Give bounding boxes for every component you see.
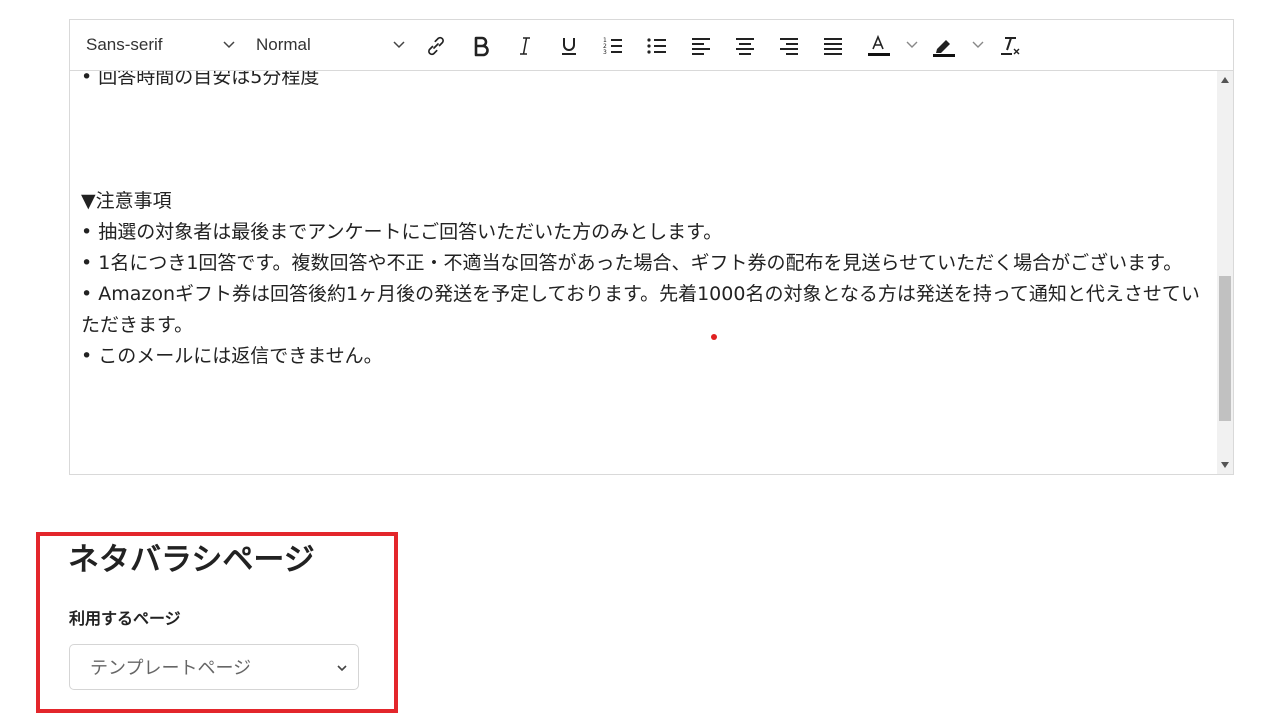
content-line: • 回答時間の目安は5分程度 bbox=[81, 71, 320, 88]
align-justify-button[interactable] bbox=[819, 32, 847, 60]
page-select[interactable]: テンプレートページ bbox=[69, 644, 359, 690]
chevron-down-icon bbox=[337, 665, 347, 672]
font-color-icon bbox=[868, 34, 890, 56]
field-label: 利用するページ bbox=[69, 609, 181, 628]
editor-toolbar: Sans-serif Normal 123 bbox=[70, 20, 1233, 71]
italic-icon bbox=[520, 37, 530, 55]
bold-button[interactable] bbox=[467, 32, 495, 60]
underline-button[interactable] bbox=[555, 32, 583, 60]
align-left-icon bbox=[692, 38, 710, 55]
content-line: ▼注意事項 bbox=[81, 190, 172, 212]
link-icon bbox=[428, 36, 444, 56]
underline-icon bbox=[562, 38, 576, 55]
align-right-icon bbox=[780, 38, 798, 55]
svg-text:3: 3 bbox=[603, 49, 607, 56]
editor-scrollbar[interactable] bbox=[1217, 71, 1233, 474]
font-family-value: Sans-serif bbox=[86, 35, 163, 54]
chevron-down-icon[interactable] bbox=[905, 38, 919, 52]
bullet-list-button[interactable] bbox=[643, 32, 671, 60]
font-color-button[interactable] bbox=[865, 32, 893, 60]
chevron-down-icon bbox=[393, 41, 405, 49]
font-size-select[interactable]: Normal bbox=[256, 32, 416, 58]
font-family-select[interactable]: Sans-serif bbox=[86, 32, 246, 58]
rich-text-editor: Sans-serif Normal 123 • 回答時間の目安は5分程度 ▼注意… bbox=[69, 19, 1234, 475]
font-size-value: Normal bbox=[256, 35, 311, 54]
clear-format-button[interactable] bbox=[997, 32, 1025, 60]
highlight-color-icon bbox=[933, 40, 955, 57]
bullet-list-icon bbox=[647, 38, 666, 54]
chevron-down-icon bbox=[223, 41, 235, 49]
content-line: • Amazonギフト券は回答後約1ヶ月後の発送を予定しております。先着1000… bbox=[81, 283, 1200, 336]
cursor-marker bbox=[711, 334, 717, 340]
section-title: ネタバラシページ bbox=[68, 542, 315, 578]
link-button[interactable] bbox=[422, 32, 450, 60]
page-select-value: テンプレートページ bbox=[90, 658, 252, 679]
ordered-list-button[interactable]: 123 bbox=[599, 32, 627, 60]
align-center-button[interactable] bbox=[731, 32, 759, 60]
highlight-color-button[interactable] bbox=[930, 32, 958, 60]
align-left-button[interactable] bbox=[687, 32, 715, 60]
clear-format-icon bbox=[1001, 37, 1020, 55]
content-line: • このメールには返信できません。 bbox=[81, 345, 383, 367]
content-line: • 1名につき1回答です。複数回答や不正・不適当な回答があった場合、ギフト券の配… bbox=[81, 252, 1183, 274]
content-line: • 抽選の対象者は最後までアンケートにご回答いただいた方のみとします。 bbox=[81, 221, 723, 243]
chevron-down-icon[interactable] bbox=[971, 38, 985, 52]
ordered-list-icon: 123 bbox=[603, 37, 622, 56]
align-center-icon bbox=[736, 38, 754, 55]
align-justify-icon bbox=[824, 38, 842, 55]
scroll-down-icon[interactable] bbox=[1221, 462, 1229, 468]
italic-button[interactable] bbox=[511, 32, 539, 60]
align-right-button[interactable] bbox=[775, 32, 803, 60]
editor-content[interactable]: • 回答時間の目安は5分程度 ▼注意事項 • 抽選の対象者は最後までアンケートに… bbox=[70, 71, 1217, 474]
scroll-up-icon[interactable] bbox=[1221, 77, 1229, 83]
bold-icon bbox=[474, 36, 489, 57]
scrollbar-thumb[interactable] bbox=[1219, 276, 1231, 421]
